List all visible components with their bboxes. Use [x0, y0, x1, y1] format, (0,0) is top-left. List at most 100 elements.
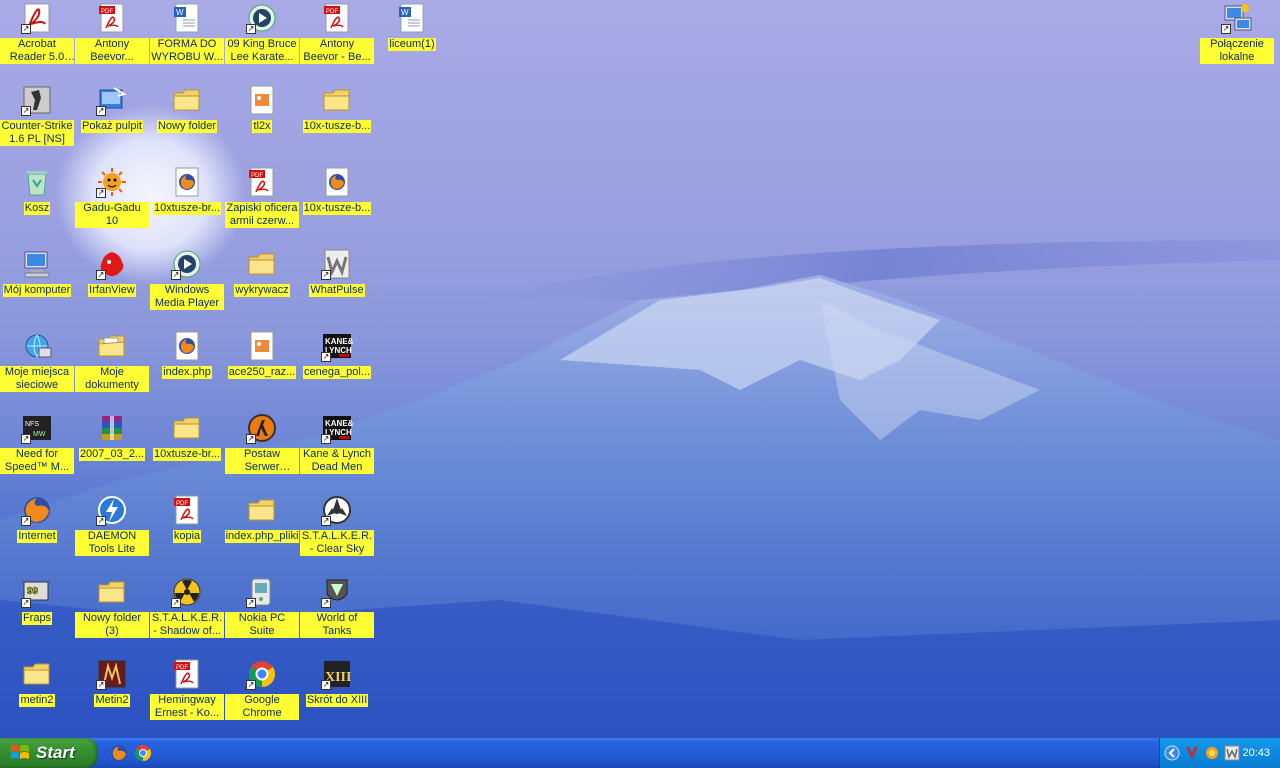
desktop-icon-label: Moje miejsca sieciowe — [0, 366, 74, 392]
desktop-icon-folder[interactable]: 10xtusze-br... — [150, 410, 224, 490]
desktop-icon-label: metin2 — [19, 694, 55, 707]
desktop-icon-folder[interactable]: index.php_pliki — [224, 492, 300, 572]
desktop-icon-word-doc[interactable]: W FORMA DO WYROBU W... — [150, 0, 224, 80]
desktop-icon-daemon-tools[interactable]: ↗ DAEMON Tools Lite — [75, 492, 149, 572]
pdf-icon: PDF — [174, 495, 199, 525]
desktop-icon-folder[interactable]: metin2 — [0, 656, 74, 736]
folder-icon — [248, 499, 275, 521]
desktop-icon-label: Zapiski oficera armii czerw... — [225, 202, 299, 228]
svg-text:W: W — [176, 8, 184, 17]
desktop-icon-word-doc[interactable]: Wliceum(1) — [375, 0, 449, 80]
shortcut-arrow-icon: ↗ — [96, 188, 106, 198]
chevron-left-icon[interactable] — [1164, 745, 1180, 761]
desktop-icon-label: 2007_03_2... — [78, 448, 146, 461]
system-tray: 20:43 — [1159, 738, 1280, 768]
desktop-icon-whatpulse[interactable]: ↗ WhatPulse — [300, 246, 374, 326]
desktop-icon-media-player[interactable]: ↗ 09 King Bruce Lee Karate... — [225, 0, 299, 80]
desktop-icon-pdf[interactable]: PDF Hemingway Ernest - Ko... — [150, 656, 224, 736]
antivirus-icon[interactable] — [1184, 745, 1200, 761]
desktop-icon-metin2[interactable]: ↗ Metin2 — [75, 656, 149, 736]
desktop-icon-nokia[interactable]: ↗ Nokia PC Suite — [225, 574, 299, 654]
word-doc-icon: W — [399, 3, 424, 33]
desktop-icon-pdf[interactable]: PDF Antony Beevor... — [75, 0, 149, 80]
svg-text:KANE&: KANE& — [325, 337, 353, 346]
shortcut-arrow-icon: ↗ — [246, 434, 256, 444]
shortcut-arrow-icon: ↗ — [246, 680, 256, 690]
shortcut-arrow-icon: ↗ — [321, 434, 331, 444]
desktop-icon-winrar[interactable]: 2007_03_2... — [75, 410, 149, 490]
desktop-icon-acrobat[interactable]: ↗ Acrobat Reader 5.0 CE — [0, 0, 74, 80]
desktop-icon-firefox-doc[interactable]: 10xtusze-br... — [150, 164, 224, 244]
desktop-icon-label: 10xtusze-br... — [152, 202, 222, 215]
desktop-icon-label: Moje dokumenty — [75, 366, 149, 392]
desktop-icon-my-documents[interactable]: Moje dokumenty — [75, 328, 149, 408]
desktop-icon-firefox[interactable]: ↗ Internet — [0, 492, 74, 572]
desktop-icon-network-places[interactable]: Moje miejsca sieciowe — [0, 328, 74, 408]
desktop-icon-wot[interactable]: ↗ World of Tanks — [300, 574, 374, 654]
desktop-icon-image-file[interactable]: ace250_raz... — [225, 328, 299, 408]
gadu-tray-icon[interactable] — [1204, 745, 1220, 761]
desktop-icon-half-life[interactable]: ↗ Postaw Serwer [HLDS] — [225, 410, 299, 490]
folder-icon — [98, 581, 125, 603]
desktop-icon-label: Połączenie lokalne — [1200, 38, 1274, 64]
desktop-icon-pdf[interactable]: PDF Zapiski oficera armii czerw... — [225, 164, 299, 244]
desktop-icon-label: index.php_pliki — [224, 530, 300, 543]
shortcut-arrow-icon: ↗ — [171, 598, 181, 608]
desktop-icon-label: World of Tanks — [300, 612, 374, 638]
chrome-icon[interactable] — [134, 744, 152, 762]
desktop-icon-radiation[interactable]: ↗ S.T.A.L.K.E.R. - Shadow of... — [150, 574, 224, 654]
desktop-icon-label: 10x-tusze-b... — [302, 202, 372, 215]
desktop-icon-label: Internet — [17, 530, 57, 543]
start-label: Start — [36, 743, 75, 762]
firefox-doc-icon — [175, 167, 199, 197]
firefox-icon[interactable] — [110, 744, 128, 762]
desktop-icon-folder[interactable]: Nowy folder — [150, 82, 224, 162]
folder-icon — [248, 253, 275, 275]
desktop-icon-chrome[interactable]: ↗ Google Chrome — [225, 656, 299, 736]
desktop-icon-folder[interactable]: wykrywacz — [225, 246, 299, 326]
desktop-icon-xiii[interactable]: XIII ↗ Skrót do XIII — [300, 656, 374, 736]
shortcut-arrow-icon: ↗ — [96, 106, 106, 116]
desktop-icon-irfanview[interactable]: ↗ IrfanView — [75, 246, 149, 326]
desktop-icon-label: S.T.A.L.K.E.R. - Shadow of... — [150, 612, 224, 638]
desktop-icon-recycle-bin[interactable]: Kosz — [0, 164, 74, 244]
desktop-icon-label: FORMA DO WYROBU W... — [150, 38, 224, 64]
desktop-icon-image-file[interactable]: tl2x — [225, 82, 299, 162]
firefox-doc-icon — [325, 167, 349, 197]
folder-icon — [323, 89, 350, 111]
my-documents-icon — [98, 335, 125, 357]
desktop-icon-label: Metin2 — [94, 694, 130, 707]
desktop-icon-label: kopia — [172, 530, 202, 543]
desktop-icon-my-computer[interactable]: Mój komputer — [0, 246, 74, 326]
desktop-icon-label: Nokia PC Suite — [225, 612, 299, 638]
desktop-icon-folder[interactable]: 10x-tusze-b... — [300, 82, 374, 162]
desktop-icon-pdf[interactable]: PDF Antony Beevor - Be... — [300, 0, 374, 80]
desktop-icon-gadu-gadu[interactable]: ↗ Gadu-Gadu 10 — [75, 164, 149, 244]
desktop-icon-label: Acrobat Reader 5.0 CE — [0, 38, 74, 64]
desktop-icon-nfs[interactable]: NFS MW ↗ Need for Speed™ M... — [0, 410, 74, 490]
desktop-icon-show-desktop[interactable]: ↗ Pokaż pulpit — [75, 82, 149, 162]
desktop-icon-kane-lynch[interactable]: KANE& LYNCH ↗ Kane & Lynch Dead Men — [300, 410, 374, 490]
desktop-icon-media-player[interactable]: ↗ Windows Media Player — [150, 246, 224, 326]
desktop-icon-pdf[interactable]: PDF kopia — [150, 492, 224, 572]
desktop-icon-stalker-cs[interactable]: ↗ S.T.A.L.K.E.R. - Clear Sky — [300, 492, 374, 572]
start-button[interactable]: Start — [0, 738, 98, 768]
svg-text:W: W — [401, 8, 409, 17]
desktop-icon-fraps[interactable]: 99 ↗ Fraps — [0, 574, 74, 654]
desktop-icon-label: Windows Media Player — [150, 284, 224, 310]
desktop-icon-folder[interactable]: Nowy folder (3) — [75, 574, 149, 654]
clock[interactable]: 20:43 — [1242, 747, 1270, 759]
desktop-icon-firefox-doc[interactable]: index.php — [150, 328, 224, 408]
desktop-icon-label: IrfanView — [88, 284, 136, 297]
desktop-icon-label: DAEMON Tools Lite — [75, 530, 149, 556]
desktop-icon-label: Kane & Lynch Dead Men — [300, 448, 374, 474]
desktop[interactable]: ↗ Acrobat Reader 5.0 CE PDF Antony Beevor..… — [0, 0, 1280, 738]
recycle-bin-icon — [27, 171, 47, 196]
winrar-icon — [102, 416, 122, 440]
desktop-icon-label: Postaw Serwer [HLDS] — [225, 448, 299, 474]
desktop-icon-kane-lynch[interactable]: KANE& LYNCH ↗ cenega_pol... — [300, 328, 374, 408]
desktop-icon-network-connection[interactable]: ↗ Połączenie lokalne — [1200, 0, 1274, 80]
whatpulse-icon[interactable] — [1224, 745, 1240, 761]
desktop-icon-firefox-doc[interactable]: 10x-tusze-b... — [300, 164, 374, 244]
desktop-icon-counter-strike[interactable]: ↗ Counter-Strike 1.6 PL [NS] — [0, 82, 74, 162]
